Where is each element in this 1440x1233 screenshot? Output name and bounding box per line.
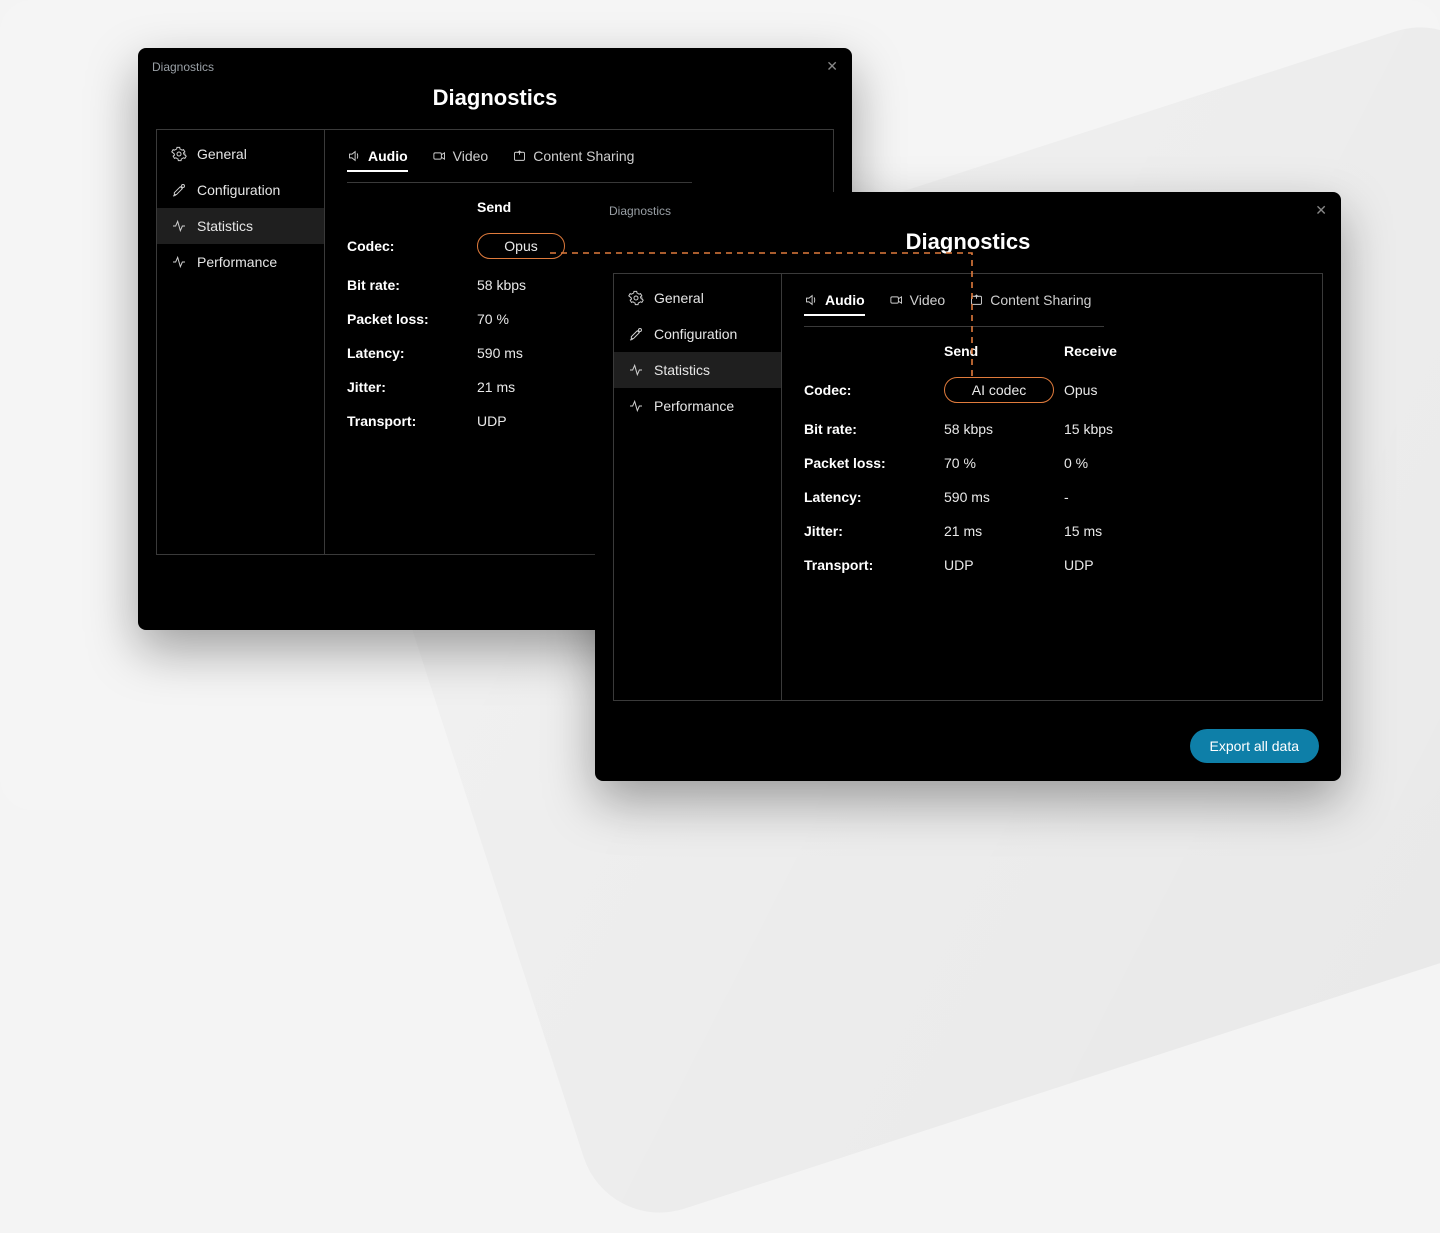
tab-content-sharing[interactable]: Content Sharing [512, 148, 634, 172]
activity-icon [171, 218, 187, 234]
tab-label: Content Sharing [990, 292, 1091, 308]
sidebar-item-label: Performance [654, 398, 734, 414]
col-send: Send [944, 343, 1064, 359]
bitrate-send: 58 kbps [944, 421, 1064, 437]
speaker-icon [804, 293, 819, 308]
share-icon [512, 149, 527, 164]
sidebar-item-general[interactable]: General [614, 280, 781, 316]
sidebar-item-performance[interactable]: Performance [614, 388, 781, 424]
divider [347, 182, 692, 183]
activity-icon [628, 362, 644, 378]
export-all-data-button[interactable]: Export all data [1190, 729, 1320, 763]
window-title: Diagnostics [609, 204, 671, 218]
window-title: Diagnostics [152, 60, 214, 74]
gear-icon [171, 146, 187, 162]
divider [804, 326, 1104, 327]
jitter-receive: 15 ms [1064, 523, 1184, 539]
sidebar: General Configuration Statistics Perform… [614, 274, 782, 700]
activity-icon [628, 398, 644, 414]
share-icon [969, 293, 984, 308]
transport-send: UDP [944, 557, 1064, 573]
row-packetloss: Packet loss: [347, 311, 477, 327]
row-jitter: Jitter: [804, 523, 944, 539]
close-icon[interactable]: ✕ [826, 58, 838, 75]
tab-content-sharing[interactable]: Content Sharing [969, 292, 1091, 316]
tab-audio[interactable]: Audio [347, 148, 408, 172]
sidebar: General Configuration Statistics Perform… [157, 130, 325, 554]
tab-video[interactable]: Video [889, 292, 946, 316]
sidebar-item-label: Statistics [654, 362, 710, 378]
tab-label: Video [453, 148, 489, 164]
video-icon [889, 293, 904, 308]
sidebar-item-label: Statistics [197, 218, 253, 234]
col-receive: Receive [1064, 343, 1184, 359]
row-latency: Latency: [347, 345, 477, 361]
tab-label: Video [910, 292, 946, 308]
row-bitrate: Bit rate: [804, 421, 944, 437]
row-packetloss: Packet loss: [804, 455, 944, 471]
row-transport: Transport: [347, 413, 477, 429]
row-codec: Codec: [804, 382, 944, 398]
bitrate-receive: 15 kbps [1064, 421, 1184, 437]
row-transport: Transport: [804, 557, 944, 573]
sidebar-item-label: Configuration [654, 326, 737, 342]
codec-pill-1: Opus [477, 233, 565, 259]
codec-pill-2: AI codec [944, 377, 1054, 403]
tab-label: Content Sharing [533, 148, 634, 164]
tab-label: Audio [368, 148, 408, 164]
packetloss-send: 70 % [944, 455, 1064, 471]
row-bitrate: Bit rate: [347, 277, 477, 293]
activity-icon [171, 254, 187, 270]
sidebar-item-general[interactable]: General [157, 136, 324, 172]
sidebar-item-configuration[interactable]: Configuration [614, 316, 781, 352]
speaker-icon [347, 149, 362, 164]
tab-video[interactable]: Video [432, 148, 489, 172]
sidebar-item-performance[interactable]: Performance [157, 244, 324, 280]
sidebar-item-statistics[interactable]: Statistics [157, 208, 324, 244]
jitter-send: 21 ms [944, 523, 1064, 539]
main-panel: Audio Video Content Sharing Send Rec [782, 274, 1322, 700]
tools-icon [628, 326, 644, 342]
tabs: Audio Video Content Sharing [804, 292, 1300, 316]
page-title: Diagnostics [595, 229, 1341, 255]
latency-send: 590 ms [944, 489, 1064, 505]
close-icon[interactable]: ✕ [1315, 202, 1327, 219]
sidebar-item-label: General [654, 290, 704, 306]
sidebar-item-label: Configuration [197, 182, 280, 198]
row-jitter: Jitter: [347, 379, 477, 395]
sidebar-item-configuration[interactable]: Configuration [157, 172, 324, 208]
transport-receive: UDP [1064, 557, 1184, 573]
tab-audio[interactable]: Audio [804, 292, 865, 316]
tabs: Audio Video Content Sharing [347, 148, 811, 172]
codec-receive: Opus [1064, 382, 1184, 398]
tab-label: Audio [825, 292, 865, 308]
row-codec: Codec: [347, 238, 477, 254]
page-title: Diagnostics [138, 85, 852, 111]
sidebar-item-statistics[interactable]: Statistics [614, 352, 781, 388]
diagnostics-window-2: Diagnostics ✕ Diagnostics General Config… [595, 192, 1341, 781]
row-latency: Latency: [804, 489, 944, 505]
codec-send-value: AI codec [972, 382, 1026, 398]
stats-table: Send Receive Codec: AI codec Opus Bit ra… [804, 343, 1300, 573]
tools-icon [171, 182, 187, 198]
codec-send-value: Opus [504, 238, 537, 254]
packetloss-receive: 0 % [1064, 455, 1184, 471]
sidebar-item-label: Performance [197, 254, 277, 270]
latency-receive: - [1064, 489, 1184, 505]
gear-icon [628, 290, 644, 306]
video-icon [432, 149, 447, 164]
sidebar-item-label: General [197, 146, 247, 162]
